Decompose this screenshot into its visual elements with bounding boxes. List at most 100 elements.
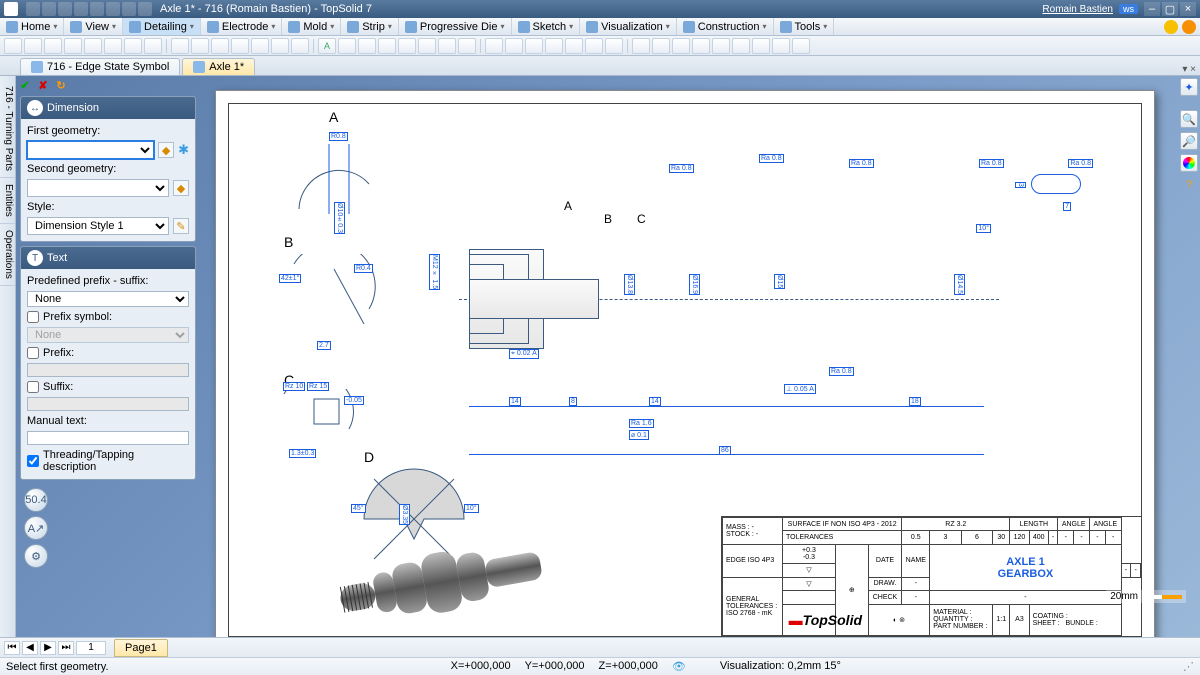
tool-button[interactable]: [231, 38, 249, 54]
menu-detailing[interactable]: Detailing▾: [123, 18, 201, 35]
tool-button[interactable]: [485, 38, 503, 54]
suffix-check[interactable]: [27, 381, 39, 393]
refresh-button[interactable]: ↻: [54, 78, 68, 92]
vtab-entities[interactable]: Entities: [0, 178, 15, 224]
axes-icon[interactable]: ✦: [1180, 78, 1198, 96]
style-edit[interactable]: ✎: [173, 218, 189, 234]
tool-button[interactable]: [251, 38, 269, 54]
page-tab[interactable]: Page1: [114, 639, 168, 657]
tool-button[interactable]: [44, 38, 62, 54]
page-input[interactable]: [76, 641, 106, 655]
tool-button[interactable]: [732, 38, 750, 54]
tool-button[interactable]: [191, 38, 209, 54]
tool-button[interactable]: [24, 38, 42, 54]
qat-btn[interactable]: [74, 2, 88, 16]
tool-button[interactable]: [84, 38, 102, 54]
pin-icon[interactable]: ▾ ×: [1182, 64, 1196, 75]
tool-button[interactable]: [458, 38, 476, 54]
tool-button[interactable]: [358, 38, 376, 54]
menu-electrode[interactable]: Electrode▾: [201, 18, 283, 35]
globe-icon[interactable]: [1164, 20, 1178, 34]
tool-button[interactable]: [338, 38, 356, 54]
help-icon[interactable]: [1182, 20, 1196, 34]
menu-mold[interactable]: Mold▾: [282, 18, 341, 35]
tool-button[interactable]: [144, 38, 162, 54]
qat-btn[interactable]: [90, 2, 104, 16]
second-geom-select[interactable]: [27, 179, 169, 197]
tool-button[interactable]: [772, 38, 790, 54]
tool-button[interactable]: [211, 38, 229, 54]
second-geom-pick[interactable]: ◆: [173, 180, 189, 196]
menu-tools[interactable]: Tools▾: [774, 18, 835, 35]
tool-button[interactable]: [652, 38, 670, 54]
tool-button[interactable]: [124, 38, 142, 54]
tool-button[interactable]: [712, 38, 730, 54]
help-button[interactable]: ?: [1180, 176, 1198, 194]
prefix-check[interactable]: [27, 347, 39, 359]
tool-button[interactable]: [418, 38, 436, 54]
tool-button[interactable]: [291, 38, 309, 54]
tool-button[interactable]: [64, 38, 82, 54]
round-button[interactable]: ⚙: [24, 544, 48, 568]
color-palette-button[interactable]: [1180, 154, 1198, 172]
tool-button[interactable]: [752, 38, 770, 54]
qat-undo[interactable]: [26, 2, 40, 16]
tool-button[interactable]: [271, 38, 289, 54]
accept-button[interactable]: ✔: [18, 78, 32, 92]
tool-button[interactable]: [525, 38, 543, 54]
user-link[interactable]: Romain Bastien: [1042, 4, 1113, 15]
prev-page-button[interactable]: ◀: [22, 641, 38, 655]
tool-button[interactable]: [585, 38, 603, 54]
next-page-button[interactable]: ▶: [40, 641, 56, 655]
canvas[interactable]: A B C D R0.8 Ø10±0.3 42±1° R0.4 2.7 Rz 1…: [196, 76, 1200, 637]
qat-save[interactable]: [58, 2, 72, 16]
menu-construction[interactable]: Construction▾: [677, 18, 774, 35]
qat-btn[interactable]: [138, 2, 152, 16]
tool-button[interactable]: [605, 38, 623, 54]
menu-view[interactable]: View▾: [64, 18, 123, 35]
close-button[interactable]: ×: [1180, 2, 1196, 16]
tool-button[interactable]: [438, 38, 456, 54]
menu-strip[interactable]: Strip▾: [341, 18, 399, 35]
threading-check[interactable]: [27, 455, 39, 467]
qat-btn[interactable]: [106, 2, 120, 16]
tool-button[interactable]: [545, 38, 563, 54]
tab-axle[interactable]: Axle 1*: [182, 58, 255, 75]
tool-button[interactable]: [171, 38, 189, 54]
round-button[interactable]: A↗: [24, 516, 48, 540]
tool-button[interactable]: [672, 38, 690, 54]
cancel-button[interactable]: ✘: [36, 78, 50, 92]
vtab-operations[interactable]: Operations: [0, 224, 15, 286]
manual-input[interactable]: [27, 431, 189, 445]
tool-button[interactable]: [104, 38, 122, 54]
style-select[interactable]: Dimension Style 1: [27, 217, 169, 235]
tool-button[interactable]: [398, 38, 416, 54]
first-geom-select[interactable]: [27, 141, 154, 159]
first-page-button[interactable]: ⏮: [4, 641, 20, 655]
zoom-window-button[interactable]: 🔎: [1180, 132, 1198, 150]
menu-visualization[interactable]: Visualization▾: [580, 18, 677, 35]
last-page-button[interactable]: ⏭: [58, 641, 74, 655]
first-geom-pick[interactable]: ◆: [158, 142, 174, 158]
menu-sketch[interactable]: Sketch▾: [512, 18, 581, 35]
round-button[interactable]: 50.4: [24, 488, 48, 512]
zoom-fit-button[interactable]: 🔍: [1180, 110, 1198, 128]
menu-home[interactable]: Home▾: [0, 18, 64, 35]
tool-button[interactable]: [505, 38, 523, 54]
tool-button[interactable]: [792, 38, 810, 54]
tool-button[interactable]: [4, 38, 22, 54]
tool-button[interactable]: A: [318, 38, 336, 54]
tool-button[interactable]: [692, 38, 710, 54]
qat-redo[interactable]: [42, 2, 56, 16]
menu-progdie[interactable]: Progressive Die▾: [399, 18, 512, 35]
star-icon[interactable]: ✱: [178, 142, 189, 158]
maximize-button[interactable]: ▢: [1162, 2, 1178, 16]
resize-grip[interactable]: ⋰: [1183, 660, 1194, 673]
prefix-symbol-check[interactable]: [27, 311, 39, 323]
prefixsuffix-select[interactable]: None: [27, 291, 189, 307]
tool-button[interactable]: [565, 38, 583, 54]
tool-button[interactable]: [632, 38, 650, 54]
vtab-turning[interactable]: 716 - Turning Parts: [0, 80, 15, 178]
qat-btn[interactable]: [122, 2, 136, 16]
tab-edge-state[interactable]: 716 - Edge State Symbol: [20, 58, 180, 75]
